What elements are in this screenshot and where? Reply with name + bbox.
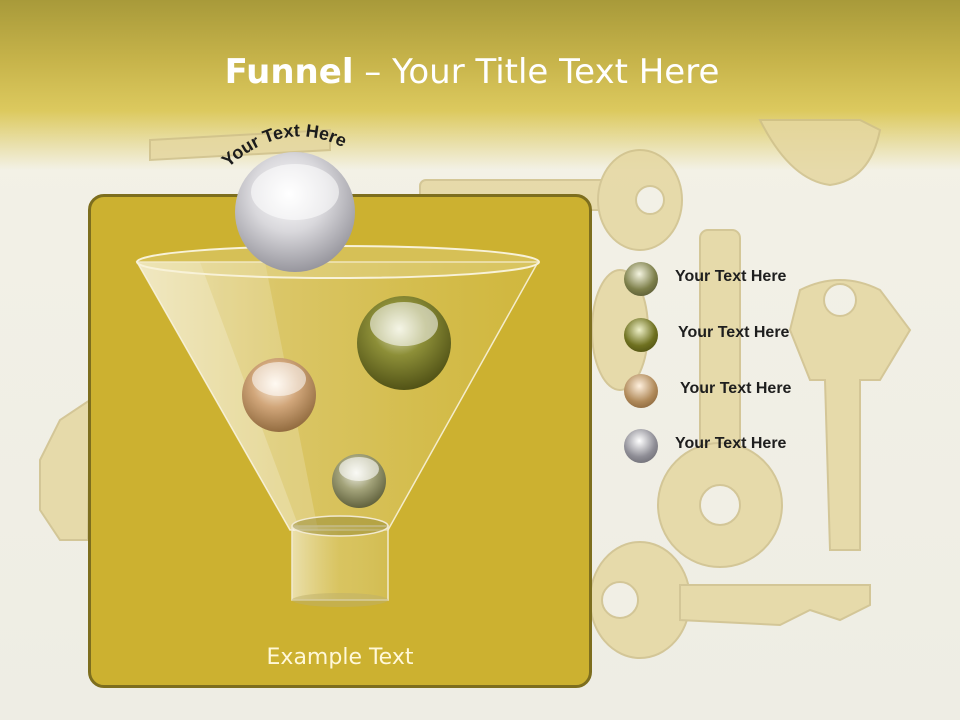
cylinder-top [291,515,389,537]
cylinder-bottom [292,593,388,607]
legend-ball-icon [624,318,658,352]
legend-label: Your Text Here [680,380,792,397]
legend-label: Your Text Here [678,324,790,341]
example-text: Example Text [266,645,414,670]
legend-label: Your Text Here [675,435,787,452]
slide: Funnel – Your Title Text Here Your Text … [0,0,960,720]
funnel-diagram: Your Text Here [135,120,540,607]
legend-label: Your Text Here [675,268,787,285]
legend-ball-icon [624,262,658,296]
legend-ball-icon [624,429,658,463]
legend-ball-icon [624,374,658,408]
funnel-cylinder [291,525,389,601]
